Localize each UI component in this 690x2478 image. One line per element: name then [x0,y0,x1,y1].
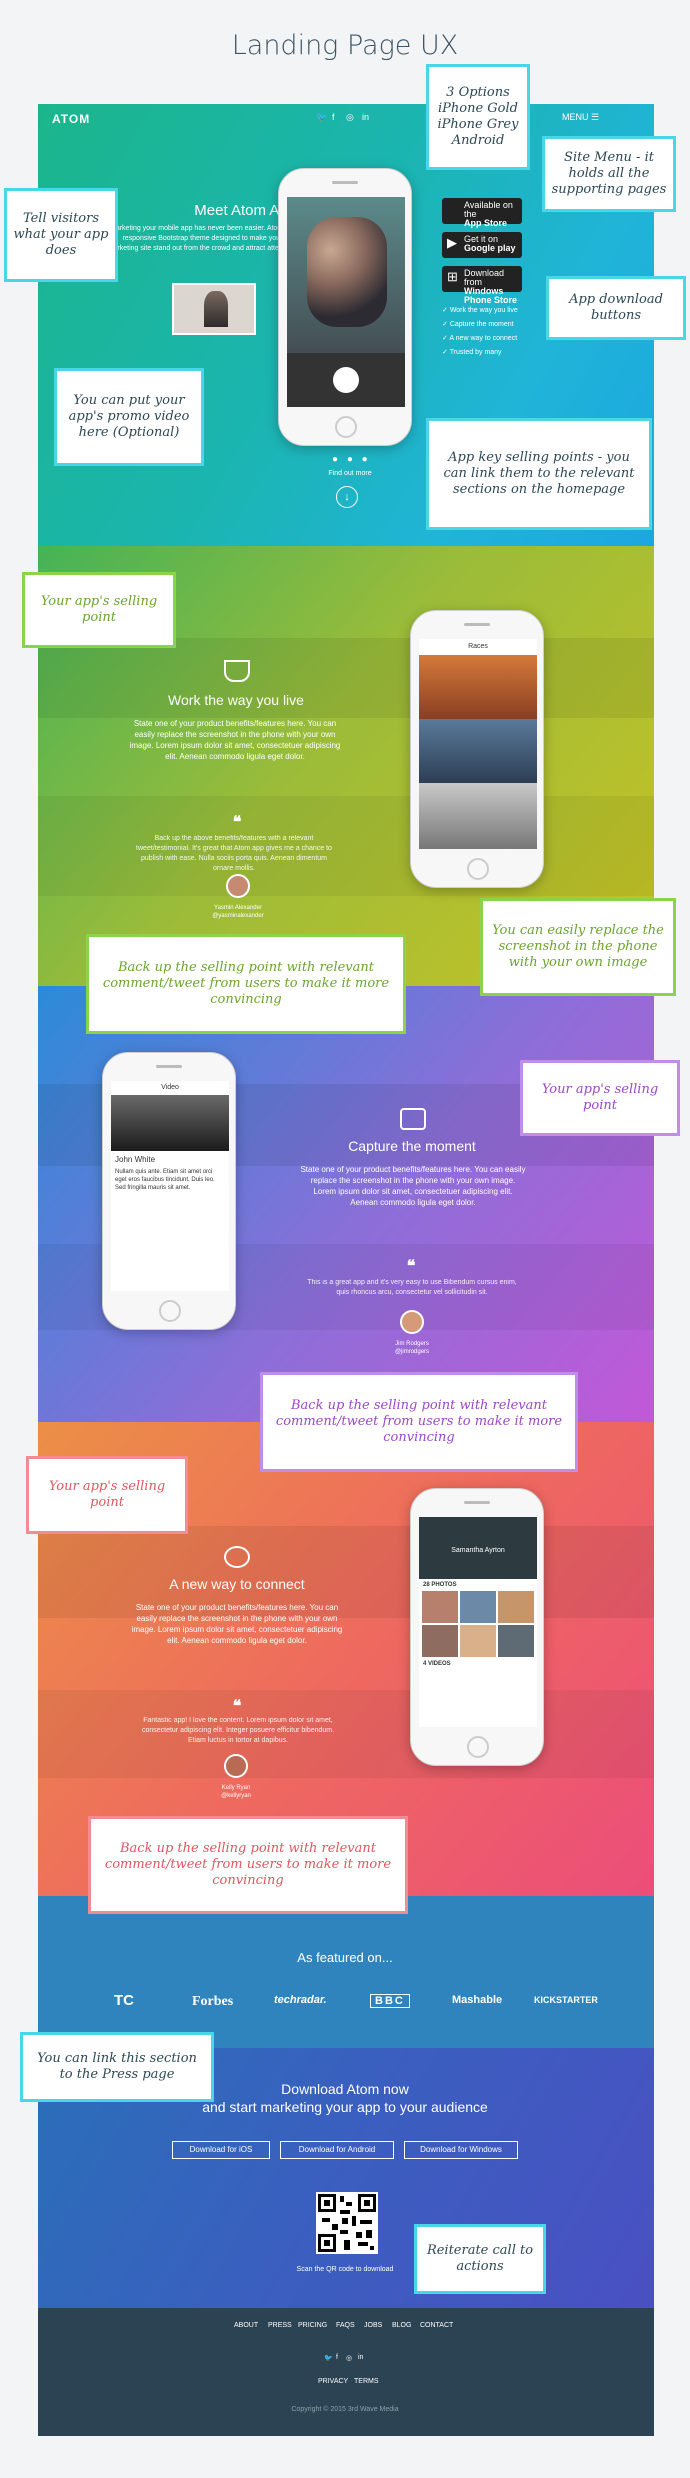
note-selling-point-1: Your app's selling point [22,572,176,648]
play-icon: ▶ [447,235,457,250]
section-3-quote: Fantastic app! I love the content. Lorem… [141,1717,335,1744]
section-3-phone: Samantha Ayrton 28 PHOTOS 4 VIDEOS [410,1488,544,1766]
section-3-title: A new way to connect [169,1576,305,1592]
nav-logo[interactable]: ATOM [52,112,90,126]
techcrunch-logo[interactable]: TC [114,1992,134,2009]
avatar [224,1754,248,1778]
note-site-menu: Site Menu - it holds all the supporting … [542,136,676,212]
instagram-icon[interactable]: ◎ [346,112,354,123]
note-press: You can link this section to the Press p… [20,2032,214,2102]
footer-link-jobs[interactable]: JOBS [364,2322,382,2329]
note-selling-point-3: Your app's selling point [26,1456,188,1534]
note-selling-points: App key selling points - you can link th… [426,418,652,530]
check-item[interactable]: ✓ Trusted by many [442,348,502,356]
testimonial-name: Kelly Ryan @kellyryan [221,1785,251,1799]
press-heading: As featured on... [297,1950,393,1965]
download-windows-button[interactable]: Download for Windows [404,2141,518,2159]
testimonial-name: Yasmin Alexander @yasminalexander [212,905,264,919]
note-backup-3: Back up the selling point with relevant … [88,1816,408,1914]
twitter-icon[interactable]: 🐦 [316,112,327,123]
section-2-quote: This is a great app and it's very easy t… [307,1279,517,1296]
find-out-more-link[interactable]: Find out more [320,470,380,477]
section-3-text: State one of your product benefits/featu… [131,1603,343,1645]
note-cta: Reiterate call to actions [414,2224,546,2294]
section-1-text: State one of your product benefits/featu… [129,719,341,761]
facebook-icon[interactable]: f [332,112,335,122]
instagram-icon[interactable]: ◎ [346,2354,352,2362]
qr-code[interactable] [316,2192,378,2254]
check-item[interactable]: ✓ Capture the moment [442,320,514,328]
note-download-buttons: App download buttons [546,276,686,340]
hero-description: Marketing your mobile app has never been… [107,225,296,252]
note-replace-screenshot: You can easily replace the screenshot in… [480,898,676,996]
avatar [400,1310,424,1334]
hero-heading: Meet Atom App [194,202,296,219]
section-2-phone: Video John White Nullam quis ante. Etiam… [102,1052,236,1330]
footer-link-terms[interactable]: TERMS [354,2378,379,2385]
section-2-title: Capture the moment [348,1138,476,1154]
coffee-cup-icon [224,660,250,682]
note-promo-video: You can put your app's promo video here … [54,368,204,466]
copyright: Copyright © 2015 3rd Wave Media [291,2406,399,2413]
kickstarter-logo[interactable]: KICKSTARTER [534,1995,598,2005]
note-backup-1: Back up the selling point with relevant … [86,934,406,1034]
footer-link-contact[interactable]: CONTACT [420,2322,453,2329]
download-ios-button[interactable]: Download for iOS [172,2141,270,2159]
globe-icon [224,1546,250,1568]
techradar-logo[interactable]: techradar. [274,1994,327,2006]
page-title: Landing Page UX [231,30,459,61]
races-screen: Races [419,639,537,849]
profile-screen: Samantha Ayrton 28 PHOTOS 4 VIDEOS [419,1517,537,1727]
twitter-icon[interactable]: 🐦 [324,2354,333,2362]
footer-link-privacy[interactable]: PRIVACY [318,2378,348,2385]
google-play-button[interactable]: ▶ Get it on Google play [442,232,522,258]
download-android-button[interactable]: Download for Android [280,2141,394,2159]
note-phone-options: 3 Options iPhone Gold iPhone Grey Androi… [426,64,530,170]
menu-button[interactable]: MENU ☰ [562,112,599,123]
scroll-down-button[interactable]: ↓ [336,486,358,508]
note-selling-point-2: Your app's selling point [520,1060,680,1136]
avatar [226,874,250,898]
footer-link-blog[interactable]: BLOG [392,2322,411,2329]
app-store-button[interactable]: Available on the App Store [442,198,522,228]
windows-store-button[interactable]: ⊞ Download from Windows Phone Store [442,266,522,305]
check-item[interactable]: ✓ Work the way you live [442,306,518,314]
windows-icon: ⊞ [447,269,458,284]
check-item[interactable]: ✓ A new way to connect [442,334,517,342]
video-screen: Video John White Nullam quis ante. Etiam… [111,1081,229,1291]
quote-icon: ❝ [232,814,242,831]
footer-link-faqs[interactable]: FAQS [336,2322,355,2329]
hero-phone-screen [287,197,405,407]
note-tell-visitors: Tell visitors what your app does [4,188,118,282]
hero-phone [278,168,412,446]
note-backup-2: Back up the selling point with relevant … [260,1372,578,1472]
qr-label: Scan the QR code to download [296,2266,394,2273]
camera-icon [400,1108,426,1130]
quote-icon: ❝ [406,1258,416,1275]
forbes-logo[interactable]: Forbes [192,1994,233,2010]
section-1-title: Work the way you live [168,692,304,708]
section-1-quote: Back up the above benefits/features with… [136,835,332,872]
mashable-logo[interactable]: Mashable [452,1994,502,2006]
section-2-text: State one of your product benefits/featu… [300,1165,526,1207]
carousel-dots[interactable]: ● ● ● [332,454,371,465]
footer-link-pricing[interactable]: PRICING [298,2322,327,2329]
page: Landing Page UX ATOM 🐦 f ◎ in MENU ☰ Mee… [0,0,690,2478]
promo-video-thumbnail[interactable] [172,283,256,335]
footer-link-about[interactable]: ABOUT [234,2322,258,2329]
linkedin-icon[interactable]: in [362,112,369,122]
bbc-logo[interactable]: BBC [370,1994,410,2008]
quote-icon: ❝ [232,1698,242,1715]
section-1-phone: Races [410,610,544,888]
testimonial-name: Jim Rodgers @jimrodgers [394,1341,430,1355]
linkedin-icon[interactable]: in [358,2354,363,2361]
facebook-icon[interactable]: f [336,2354,338,2361]
footer-link-press[interactable]: PRESS [268,2322,292,2329]
press-section [38,1896,654,2048]
